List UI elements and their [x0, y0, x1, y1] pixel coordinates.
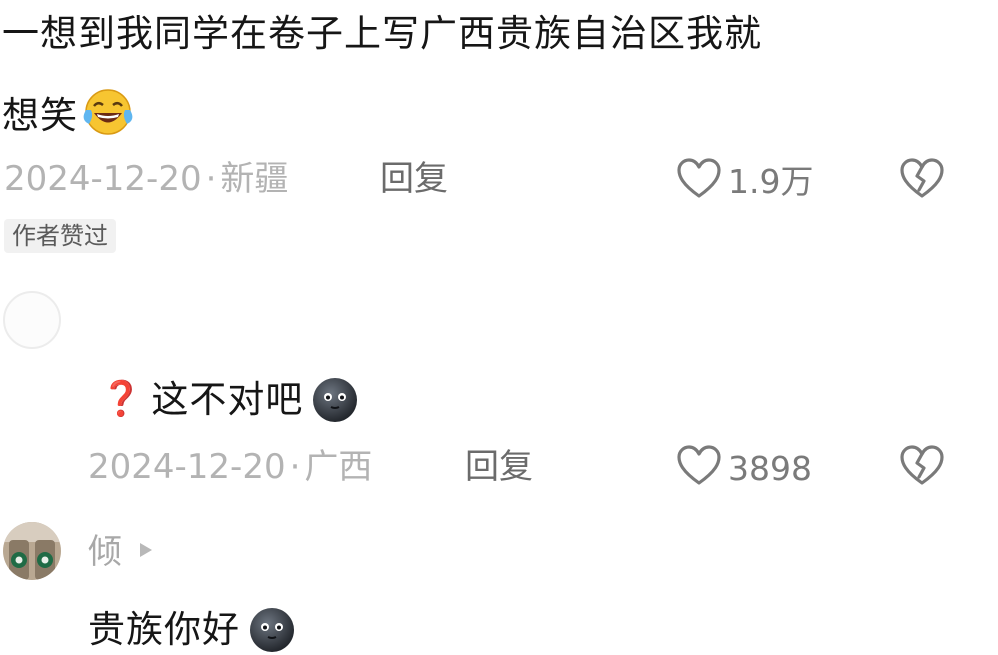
laughing-emoji-icon — [82, 86, 134, 144]
username[interactable]: 倾 — [88, 535, 122, 569]
heart-outline-icon — [676, 156, 722, 206]
meta-separator: · — [289, 447, 301, 487]
avatar[interactable] — [3, 291, 61, 349]
reply-meta: 2024-12-20 · 广西 — [88, 450, 372, 484]
dark-face-emoji-icon — [309, 373, 361, 425]
dislike-button[interactable] — [899, 443, 945, 493]
like-count: 1.9万 — [728, 161, 814, 201]
play-arrow-icon — [138, 541, 154, 563]
reply-text-row: ❓ 这不对吧 — [100, 373, 361, 425]
like-count: 3898 — [728, 448, 812, 488]
heart-outline-icon — [676, 443, 722, 493]
comment-date: 2024-12-20 — [4, 159, 202, 199]
dark-face-emoji-icon — [246, 603, 298, 655]
reply-text: 贵族你好 — [88, 607, 240, 651]
username-row: 倾 — [88, 535, 154, 569]
broken-heart-icon — [899, 445, 945, 493]
reply-text: 这不对吧 — [151, 377, 304, 421]
reply-date: 2024-12-20 — [88, 447, 286, 487]
reply-button[interactable]: 回复 — [465, 450, 533, 484]
meta-separator: · — [205, 159, 217, 199]
author-liked-badge: 作者赞过 — [4, 219, 116, 253]
like-button[interactable]: 3898 — [676, 443, 812, 493]
avatar[interactable] — [3, 522, 61, 580]
comment-meta: 2024-12-20 · 新疆 — [4, 162, 288, 196]
reply-button[interactable]: 回复 — [380, 162, 448, 196]
comment-text-line-2-row: 想笑 — [2, 86, 134, 144]
reply-location: 广西 — [304, 447, 373, 487]
broken-heart-icon — [899, 158, 945, 206]
like-button[interactable]: 1.9万 — [676, 156, 813, 206]
comment-text-line-1: 一想到我同学在卷子上写广西贵族自治区我就 — [2, 12, 762, 55]
reply-text-row: 贵族你好 — [88, 603, 298, 655]
dislike-button[interactable] — [899, 156, 945, 206]
comment-text-line-2: 想笑 — [2, 93, 78, 137]
comment-location: 新疆 — [220, 159, 289, 199]
question-mark-emoji: ❓ — [100, 378, 144, 419]
